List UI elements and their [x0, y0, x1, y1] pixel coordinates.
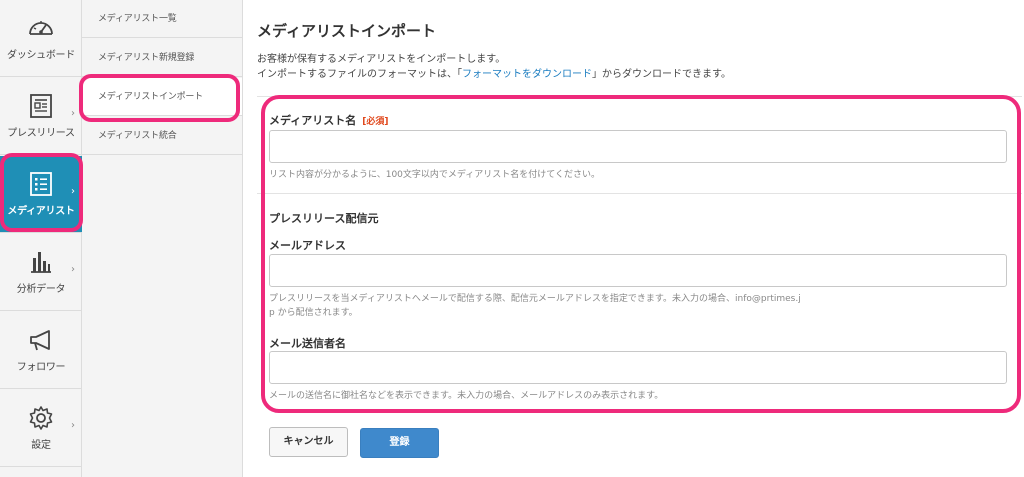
email-help-line-1: プレスリリースを当メディアリストへメールで配信する際、配信元メールアドレスを指定…: [269, 294, 801, 304]
chevron-right-icon: ›: [71, 420, 75, 431]
megaphone-icon: [30, 330, 50, 351]
nav-item-settings[interactable]: 設定 ›: [0, 390, 82, 467]
submit-button[interactable]: 登録: [360, 428, 439, 458]
list-name-label: メディアリスト名 [必須]: [269, 112, 388, 128]
intro-line-1: お客様が保有するメディアリストをインポートします。: [257, 54, 506, 65]
media-list-submenu: メディアリスト一覧 メディアリスト新規登録 メディアリストインポート メディアリ…: [82, 0, 243, 477]
email-help: プレスリリースを当メディアリストへメールで配信する際、配信元メールアドレスを指定…: [269, 292, 801, 320]
cancel-button[interactable]: キャンセル: [269, 427, 348, 457]
sender-name-input[interactable]: [269, 351, 1007, 384]
chevron-right-icon: ›: [71, 186, 75, 197]
dashboard-icon: [29, 21, 53, 35]
nav-label-analytics: 分析データ: [16, 284, 66, 295]
nav-label-settings: 設定: [31, 440, 51, 451]
list-name-label-text: メディアリスト名: [269, 114, 357, 127]
nav-item-followers[interactable]: フォロワー: [0, 312, 82, 389]
required-badge: [必須]: [362, 117, 389, 127]
intro-line-2-pre: インポートするファイルのフォーマットは、「: [257, 69, 462, 80]
intro-text: お客様が保有するメディアリストをインポートします。 インポートするファイルのフォ…: [257, 52, 731, 82]
media-list-icon: [30, 172, 52, 196]
nav-item-media-list[interactable]: メディアリスト ›: [0, 156, 82, 233]
submenu-item-merge[interactable]: メディアリスト統合: [82, 117, 242, 155]
submenu-item-import[interactable]: メディアリストインポート: [82, 78, 242, 116]
nav-label-media-list: メディアリスト: [7, 206, 75, 217]
email-help-line-2: p から配信されます。: [269, 308, 358, 318]
nav-item-press-release[interactable]: プレスリリース ›: [0, 78, 82, 155]
email-input[interactable]: [269, 254, 1007, 287]
sender-name-help: メールの送信名に御社名などを表示できます。未入力の場合、メールアドレスのみ表示さ…: [269, 391, 664, 401]
divider: [257, 193, 1022, 194]
chevron-right-icon: ›: [71, 108, 75, 119]
list-name-help: リスト内容が分かるように、100文字以内でメディアリスト名を付けてください。: [269, 170, 601, 180]
bar-chart-icon: [31, 252, 51, 273]
main-nav: ダッシュボード プレスリリース › メディアリスト › 分析データ › フォロワ…: [0, 0, 82, 477]
intro-line-2: インポートするファイルのフォーマットは、「フォーマットをダウンロード」からダウン…: [257, 67, 731, 82]
chevron-right-icon: ›: [71, 264, 75, 275]
nav-item-dashboard[interactable]: ダッシュボード: [0, 0, 82, 77]
submenu-item-list[interactable]: メディアリスト一覧: [82, 0, 242, 38]
main-content: メディアリストインポート お客様が保有するメディアリストをインポートします。 イ…: [243, 0, 1024, 477]
list-name-input[interactable]: [269, 130, 1007, 163]
submenu-item-new[interactable]: メディアリスト新規登録: [82, 39, 242, 77]
format-download-link[interactable]: フォーマットをダウンロード: [462, 69, 592, 80]
nav-label-dashboard: ダッシュボード: [7, 50, 75, 61]
nav-label-followers: フォロワー: [16, 362, 66, 373]
email-label: メールアドレス: [269, 239, 346, 252]
sender-section-title: プレスリリース配信元: [269, 212, 379, 225]
nav-item-analytics[interactable]: 分析データ ›: [0, 234, 82, 311]
intro-line-2-post: 」からダウンロードできます。: [592, 69, 731, 80]
sender-name-label: メール送信者名: [269, 337, 346, 350]
nav-label-press-release: プレスリリース: [7, 128, 75, 139]
divider: [257, 96, 1022, 97]
gear-icon: [29, 406, 53, 430]
press-release-icon: [30, 94, 52, 118]
page-title: メディアリストインポート: [257, 22, 436, 40]
